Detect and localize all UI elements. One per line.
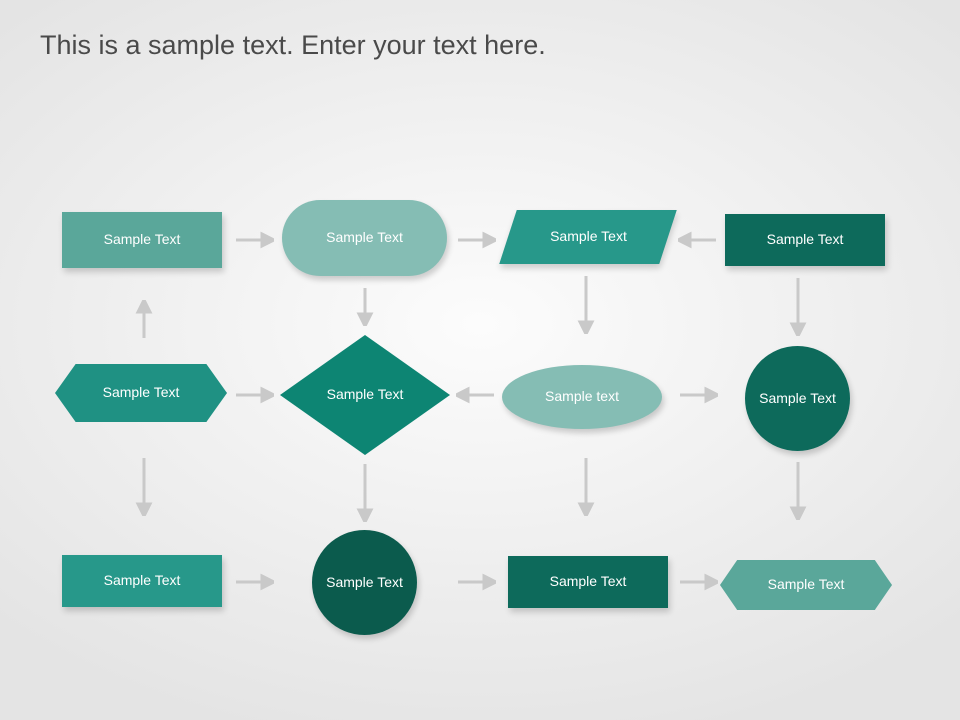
node-rect-teal-light: Sample Text — [62, 212, 222, 268]
node-label: Sample text — [545, 388, 619, 406]
node-hexagon: Sample Text — [55, 364, 227, 422]
node-label: Sample Text — [767, 231, 844, 249]
arrow-down-icon — [788, 276, 808, 336]
arrow-right-icon — [234, 385, 274, 405]
arrow-right-icon — [456, 572, 496, 592]
node-diamond: Sample Text — [280, 335, 450, 455]
arrow-up-icon — [134, 300, 154, 340]
arrow-right-icon — [234, 230, 274, 250]
arrow-down-icon — [576, 274, 596, 334]
flowchart-canvas: Sample Text Sample Text Sample Text Samp… — [0, 0, 960, 720]
node-rect-teal: Sample Text — [62, 555, 222, 607]
arrow-right-icon — [234, 572, 274, 592]
node-label: Sample Text — [103, 384, 180, 402]
node-label: Sample Text — [759, 390, 836, 408]
node-parallelogram: Sample Text — [499, 210, 677, 264]
node-ellipse: Sample text — [502, 365, 662, 429]
node-rect-dark: Sample Text — [725, 214, 885, 266]
node-label: Sample Text — [326, 574, 403, 592]
node-rect-darkest: Sample Text — [508, 556, 668, 608]
arrow-down-icon — [355, 286, 375, 326]
node-label: Sample Text — [104, 572, 181, 590]
arrow-down-icon — [576, 456, 596, 516]
arrow-down-icon — [355, 462, 375, 522]
arrow-right-icon — [678, 385, 718, 405]
arrow-right-icon — [678, 572, 718, 592]
node-label: Sample Text — [326, 229, 403, 247]
arrow-down-icon — [134, 456, 154, 516]
node-label: Sample Text — [550, 573, 627, 591]
node-circle-darkest: Sample Text — [312, 530, 417, 635]
node-hexagon-light: Sample Text — [720, 560, 892, 610]
node-label: Sample Text — [104, 231, 181, 249]
arrow-left-icon — [678, 230, 718, 250]
node-label: Sample Text — [768, 576, 845, 594]
arrow-left-icon — [456, 385, 496, 405]
node-rounded-rect: Sample Text — [282, 200, 447, 276]
node-label: Sample Text — [550, 228, 627, 246]
arrow-down-icon — [788, 460, 808, 520]
node-label: Sample Text — [327, 386, 404, 404]
node-circle-dark: Sample Text — [745, 346, 850, 451]
arrow-right-icon — [456, 230, 496, 250]
